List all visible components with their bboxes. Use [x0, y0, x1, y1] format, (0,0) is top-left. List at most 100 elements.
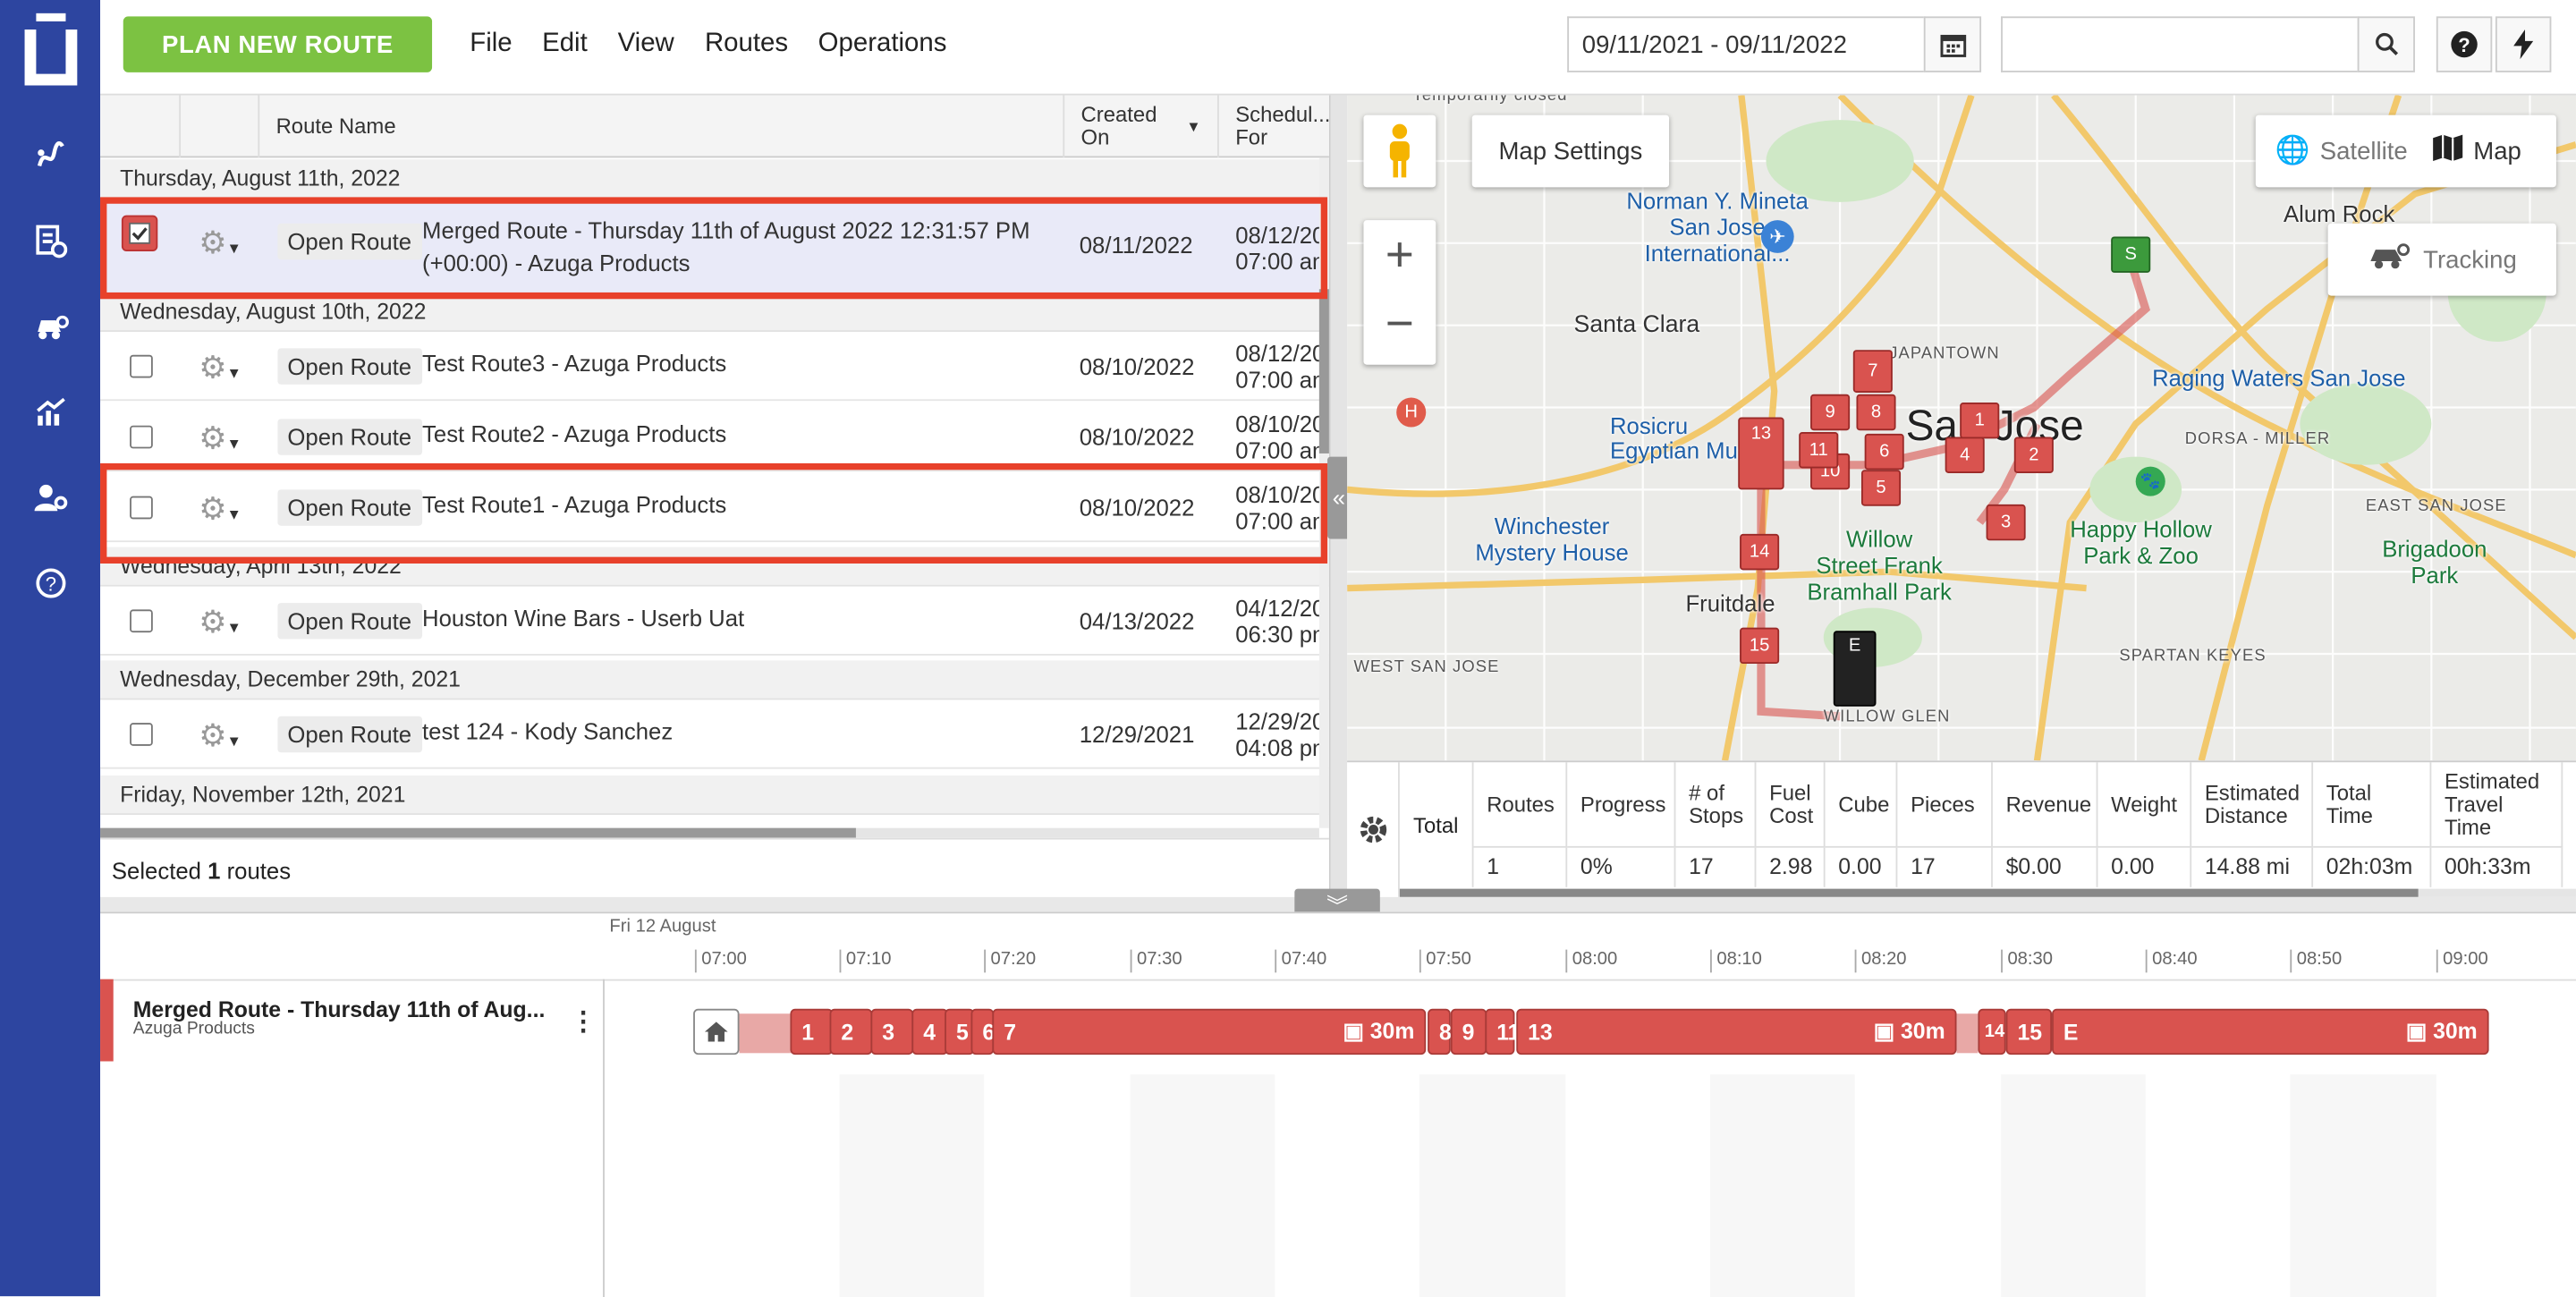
place-label: Happy Hollow Park & Zoo [2070, 516, 2212, 569]
date-range-input[interactable]: 09/11/2021 - 09/11/2022 [1567, 16, 1926, 72]
timeline-stop[interactable]: 11 [1485, 1008, 1520, 1055]
summary-settings-icon[interactable] [1347, 762, 1400, 897]
group-header: Thursday, August 11th, 2022 [100, 159, 1329, 199]
analytics-icon[interactable] [30, 394, 72, 430]
stop-marker[interactable]: 3 [1986, 504, 2026, 541]
menu-edit[interactable]: Edit [542, 30, 588, 59]
stop-marker[interactable]: 11 [1799, 432, 1839, 469]
table-row[interactable]: ⚙▼ Open Route Houston Wine Bars - Userb … [100, 586, 1329, 656]
stop-marker[interactable]: 14 [1740, 533, 1780, 571]
timeline-stop-end[interactable]: E ▣ 30m [2052, 1008, 2489, 1055]
bolt-icon[interactable] [2495, 16, 2552, 72]
scheduled-for: 04/12/20 06:30 pm [1235, 595, 1327, 648]
sort-desc-icon[interactable]: ▼ [1186, 115, 1200, 139]
timeline-stop[interactable]: 2 [829, 1008, 873, 1055]
timeline-stop-break[interactable]: 7 ▣ 30m [992, 1008, 1427, 1055]
time-tick: 08:10 [1710, 949, 1762, 973]
user-settings-icon[interactable] [30, 479, 72, 515]
timeline-stop[interactable]: 4 [911, 1008, 948, 1055]
stop-marker-break[interactable]: 13 [1738, 417, 1784, 490]
timeline-stop[interactable]: 3 [870, 1008, 914, 1055]
header-created-on[interactable]: Created On ▼ [1064, 95, 1219, 158]
summary-header: Cube [1825, 762, 1898, 848]
timeline-stop[interactable]: 5 [945, 1008, 975, 1055]
row-checkbox[interactable] [130, 609, 153, 633]
grid-shade [1710, 1074, 1855, 1297]
routes-icon[interactable] [30, 138, 72, 174]
more-vertical-icon[interactable]: ⋮ [570, 1005, 596, 1038]
zoo-icon[interactable]: 🐾 [2135, 466, 2165, 496]
stop-marker[interactable]: 8 [1856, 394, 1896, 431]
route-map[interactable]: Map Settings 🌐 Satellite Map Tracking + … [1347, 95, 2576, 761]
gear-dropdown-icon[interactable]: ⚙▼ [199, 350, 242, 387]
stop-marker[interactable]: 1 [1960, 402, 2000, 439]
stop-marker-end[interactable]: E [1833, 631, 1877, 707]
timeline-stop[interactable]: 9 [1450, 1008, 1487, 1055]
help-icon[interactable]: ? [30, 565, 72, 601]
vehicles-icon[interactable] [30, 309, 72, 344]
search-icon[interactable] [2357, 16, 2415, 72]
open-route-button[interactable]: Open Route [277, 603, 422, 640]
stop-marker[interactable]: 4 [1945, 437, 1985, 473]
table-row[interactable]: ⚙▼ Open Route Test Route3 - Azuga Produc… [100, 332, 1329, 402]
stop-marker[interactable]: 7 [1852, 350, 1893, 393]
hospital-icon[interactable]: H [1396, 397, 1427, 428]
plan-new-route-button[interactable]: PLAN NEW ROUTE [123, 16, 433, 72]
timeline-stop[interactable]: 15 [2005, 1008, 2053, 1055]
tracking-button[interactable]: Tracking [2327, 223, 2556, 296]
help-button-icon[interactable]: ? [2436, 16, 2493, 72]
place-label: Brigadoon Park [2382, 536, 2487, 589]
header-route-name[interactable]: Route Name [259, 95, 1065, 158]
table-row[interactable]: ⚙▼ Open Route Test Route2 - Azuga Produc… [100, 402, 1329, 472]
stop-marker[interactable]: 9 [1810, 394, 1851, 431]
gear-dropdown-icon[interactable]: ⚙▼ [199, 420, 242, 458]
place-line: Street Frank [1816, 552, 1943, 579]
zoom-out-icon[interactable]: − [1385, 292, 1414, 365]
summary-scrollbar[interactable] [1399, 888, 2576, 897]
menu-file[interactable]: File [470, 30, 512, 59]
open-route-button[interactable]: Open Route [277, 348, 422, 385]
map-button[interactable]: Map [2473, 137, 2521, 165]
timeline-stop[interactable]: 14 [1978, 1008, 2006, 1055]
search-input[interactable] [2001, 16, 2360, 72]
timeline-stop-break[interactable]: 13 ▣ 30m [1516, 1008, 1957, 1055]
gear-dropdown-icon[interactable]: ⚙▼ [199, 605, 242, 642]
home-icon[interactable] [693, 1008, 740, 1055]
calendar-icon[interactable] [1923, 16, 1982, 72]
timeline-stop[interactable]: 1 [790, 1008, 834, 1055]
street-view-icon[interactable] [1363, 114, 1436, 188]
map-settings-button[interactable]: Map Settings [1471, 114, 1670, 188]
header-select[interactable] [100, 95, 182, 158]
stop-marker-start[interactable]: S [2111, 236, 2151, 273]
menu-view[interactable]: View [618, 30, 674, 59]
gear-dropdown-icon[interactable]: ⚙▼ [199, 718, 242, 756]
menu-routes[interactable]: Routes [705, 30, 788, 59]
timeline-stop[interactable]: 8 [1428, 1008, 1452, 1055]
stop-marker[interactable]: 6 [1864, 433, 1904, 470]
scheduled-for: 08/10/20 07:00 am [1235, 411, 1327, 463]
timeline-stop[interactable]: 6 [970, 1008, 995, 1055]
stop-marker[interactable]: 15 [1740, 627, 1780, 665]
header-scheduled-for[interactable]: Schedul... For [1219, 96, 1329, 158]
airport-icon[interactable]: ✈ [1760, 220, 1794, 253]
grid-shade [1419, 1074, 1566, 1297]
zoom-in-icon[interactable]: + [1385, 220, 1414, 292]
orders-icon[interactable] [30, 224, 72, 259]
horizontal-scrollbar[interactable] [100, 827, 1319, 838]
stop-marker[interactable]: 2 [2013, 437, 2054, 473]
row-checkbox[interactable] [130, 354, 153, 378]
place-label: Winchester Mystery House [1475, 513, 1628, 565]
sched-date: 04/12/20 [1235, 594, 1326, 622]
menu-operations[interactable]: Operations [818, 30, 947, 59]
open-route-button[interactable]: Open Route [277, 419, 422, 455]
open-route-button[interactable]: Open Route [277, 716, 422, 753]
stop-marker[interactable]: 5 [1860, 470, 1902, 506]
row-checkbox[interactable] [130, 723, 153, 746]
azuga-logo-icon[interactable] [20, 13, 82, 89]
summary-value: 0.00 [2097, 847, 2192, 887]
route-name: Test Route3 - Azuga Products [422, 350, 727, 377]
row-checkbox[interactable] [130, 425, 153, 449]
table-row[interactable]: ⚙▼ Open Route test 124 - Kody Sanchez 12… [100, 699, 1329, 769]
grid-shade [2001, 1074, 2146, 1297]
satellite-button[interactable]: Satellite [2320, 137, 2408, 165]
